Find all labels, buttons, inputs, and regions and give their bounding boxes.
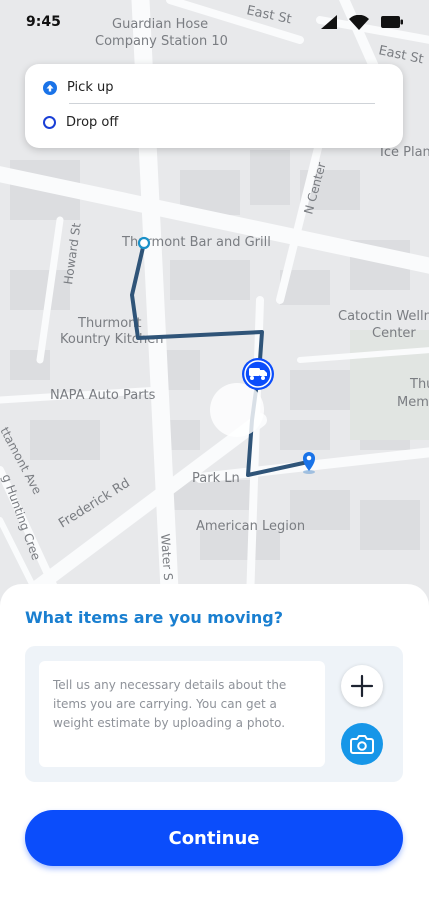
details-input[interactable]: Tell us any necessary details about the …	[39, 661, 325, 767]
arrow-up-circle-icon	[43, 80, 57, 95]
dropoff-label: Drop off	[66, 115, 119, 130]
status-bar: 9:45	[0, 0, 429, 44]
map-label-park-ln: Park Ln	[192, 471, 240, 486]
map-label-american-legion: American Legion	[196, 519, 305, 534]
map-label-mem: Mem	[397, 395, 429, 410]
ring-icon	[43, 116, 56, 129]
plus-icon	[350, 674, 374, 698]
battery-icon	[381, 16, 403, 28]
map-label-thu: Thu	[409, 377, 429, 392]
route-start-marker	[137, 236, 151, 250]
map-label-napa: NAPA Auto Parts	[50, 388, 156, 403]
map-center-marker	[210, 383, 264, 437]
pickup-row[interactable]: Pick up	[43, 80, 113, 95]
truck-icon	[242, 358, 274, 390]
add-button[interactable]	[341, 665, 383, 707]
dropoff-row[interactable]: Drop off	[43, 115, 118, 130]
sheet-title: What items are you moving?	[25, 608, 283, 627]
status-time: 9:45	[26, 14, 61, 30]
continue-button[interactable]: Continue	[25, 810, 403, 866]
route-card: Pick up Drop off	[25, 64, 403, 148]
items-sheet: What items are you moving? Tell us any n…	[0, 584, 429, 900]
signal-icon	[321, 15, 337, 29]
photo-button[interactable]	[341, 723, 383, 765]
status-icons	[321, 14, 403, 30]
map-label-catoctin-2: Center	[372, 326, 416, 341]
pickup-label: Pick up	[67, 80, 114, 95]
map-label-catoctin-1: Catoctin Welln	[338, 309, 429, 324]
map-label-thurmont-k1: Thurmont	[77, 316, 142, 331]
camera-icon	[350, 735, 374, 754]
location-pin-icon	[303, 452, 315, 474]
wifi-icon	[349, 14, 369, 30]
route-divider	[69, 103, 375, 104]
items-panel: Tell us any necessary details about the …	[25, 646, 403, 782]
